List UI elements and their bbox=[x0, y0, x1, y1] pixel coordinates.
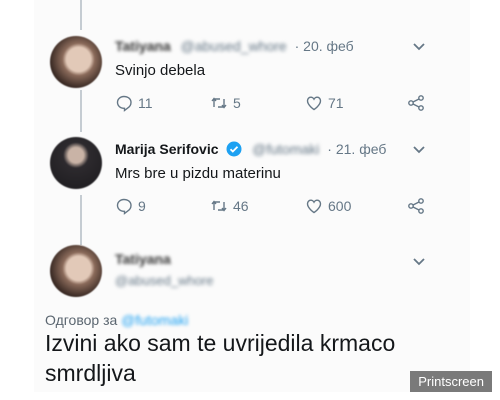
avatar[interactable] bbox=[50, 137, 102, 189]
tweet-header: Tatiyana bbox=[115, 251, 171, 267]
like-button[interactable]: 600 bbox=[305, 197, 351, 215]
like-icon bbox=[306, 96, 322, 111]
replying-to: Одговор за @futomaki bbox=[45, 312, 188, 328]
tweet-header: Marija Serifovic @futomaki · 21. феб bbox=[115, 141, 386, 157]
reply-button[interactable]: 11 bbox=[115, 94, 153, 112]
chevron-down-icon[interactable] bbox=[411, 141, 427, 157]
share-icon bbox=[408, 198, 424, 214]
tweet-header: Tatiyana @abused_whore · 20. феб bbox=[115, 38, 354, 54]
avatar[interactable] bbox=[50, 36, 102, 88]
replying-to-label: Одговор за bbox=[45, 312, 118, 328]
retweet-count: 5 bbox=[233, 95, 241, 111]
share-icon bbox=[408, 95, 424, 111]
avatar[interactable] bbox=[50, 245, 102, 297]
like-button[interactable]: 71 bbox=[305, 94, 344, 112]
author-name[interactable]: Marija Serifovic bbox=[115, 141, 219, 157]
author-name[interactable]: Tatiyana bbox=[115, 38, 171, 54]
share-button[interactable] bbox=[407, 94, 425, 112]
tweet-tatiyana[interactable]: Tatiyana @abused_whore · 20. феб Svinjo … bbox=[50, 30, 445, 112]
retweet-button[interactable]: 46 bbox=[210, 197, 249, 215]
verified-badge-icon bbox=[226, 141, 242, 157]
reply-count: 9 bbox=[138, 198, 146, 214]
reply-button[interactable]: 9 bbox=[115, 197, 146, 215]
tweet-text: Mrs bre u pizdu materinu bbox=[115, 165, 281, 182]
retweet-icon bbox=[211, 97, 227, 109]
tweet-date[interactable]: · 21. феб bbox=[327, 141, 386, 157]
tweet-date[interactable]: · 20. феб bbox=[295, 38, 354, 54]
reply-icon bbox=[116, 95, 132, 112]
like-count: 71 bbox=[328, 95, 344, 111]
tweet-text: Svinjo debela bbox=[115, 62, 206, 79]
chevron-down-icon[interactable] bbox=[411, 38, 427, 54]
author-name[interactable]: Tatiyana bbox=[115, 251, 171, 267]
reply-tweet[interactable]: Tatiyana @abused_whore bbox=[50, 245, 445, 305]
share-button[interactable] bbox=[407, 197, 425, 215]
author-handle[interactable]: @abused_whore bbox=[181, 38, 287, 54]
tweet-marija-serifovic[interactable]: Marija Serifovic @futomaki · 21. феб Mrs… bbox=[50, 133, 445, 215]
tweet-actions: 11 5 71 bbox=[115, 94, 425, 114]
printscreen-watermark: Printscreen bbox=[410, 371, 492, 392]
tweet-actions: 9 46 600 bbox=[115, 197, 425, 217]
author-handle[interactable]: @abused_whore bbox=[115, 273, 213, 288]
thread-line-top bbox=[80, 0, 82, 30]
retweet-count: 46 bbox=[233, 198, 249, 214]
reply-count: 11 bbox=[138, 95, 153, 111]
like-icon bbox=[306, 199, 322, 214]
like-count: 600 bbox=[328, 198, 352, 214]
reply-icon bbox=[116, 198, 132, 215]
author-handle[interactable]: @futomaki bbox=[252, 141, 319, 157]
retweet-icon bbox=[211, 200, 227, 212]
retweet-button[interactable]: 5 bbox=[210, 94, 241, 112]
replying-to-handle[interactable]: @futomaki bbox=[121, 312, 188, 328]
chevron-down-icon[interactable] bbox=[411, 253, 427, 269]
reply-tweet-text: Izvini ako sam te uvrijedila krmaco smrd… bbox=[45, 330, 396, 386]
